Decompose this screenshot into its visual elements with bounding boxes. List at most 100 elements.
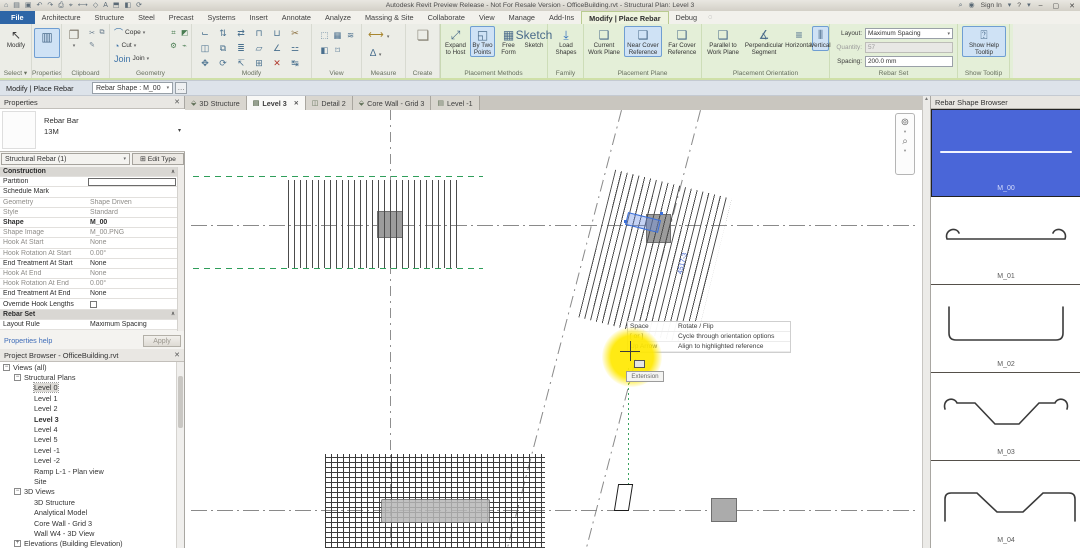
rebar-handle[interactable] [660,212,663,215]
view-tab-core-wall-grid-3[interactable]: ⬙ Core Wall - Grid 3 [352,96,432,110]
tab-add-ins[interactable]: Add-Ins [542,11,581,24]
shape-item-m04[interactable]: M_04 [931,461,1080,548]
project-browser-scrollbar[interactable] [176,362,184,548]
property-group-construction[interactable]: Construction ∧ [0,167,178,178]
properties-button[interactable]: ▥ [34,28,60,58]
tab-steel[interactable]: Steel [131,11,162,24]
restore-button[interactable]: ▢ [1051,2,1062,10]
align-icon[interactable]: ⌙ [196,26,214,41]
property-group-rebar-set[interactable]: Rebar Set ∧ [0,309,178,320]
shape-item-m00[interactable]: M_00 [931,109,1080,197]
tree-item-views-all[interactable]: − Views (all) [0,362,176,372]
view-tab-level-3[interactable]: ▤ Level 3 ✕ [246,96,306,110]
rebar-set-preview[interactable] [578,169,732,347]
concrete-wall[interactable] [381,499,490,523]
load-shapes-button[interactable]: ⤓ Load Shapes [551,26,581,57]
tree-item-structural-plans[interactable]: − Structural Plans [0,372,176,382]
rotate-icon[interactable]: ⟳ [214,56,232,71]
panel-placement-orientation-label[interactable]: Placement Orientation [702,70,829,77]
tab-file[interactable]: File [0,11,35,24]
shape-item-m02[interactable]: M_02 [931,285,1080,373]
show-help-tooltip-button[interactable]: ⍰ Show Help Tooltip [962,26,1006,58]
tree-item-level-5[interactable]: Level 5 [0,435,176,445]
redo-icon[interactable]: ↷ [47,1,53,11]
property-row-layout-rule[interactable]: Layout Rule Maximum Spacing [0,319,178,330]
shape-item-m03[interactable]: M_03 [931,373,1080,461]
help-caret-icon[interactable]: ▾ [1027,1,1031,11]
tab-annotate[interactable]: Annotate [275,11,318,24]
move-icon[interactable]: ✥ [196,56,214,71]
property-row-partition[interactable]: Partition [0,177,178,188]
tree-item-ramp[interactable]: Ramp L-1 - Plan view [0,466,176,476]
properties-help-link[interactable]: Properties help [4,336,52,345]
section-icon[interactable]: ◧ [125,1,132,11]
rebar-set-placed[interactable] [288,180,458,268]
tab-modify-place-rebar[interactable]: Modify | Place Rebar [581,11,669,24]
horizontal-button[interactable]: ≡ Horizontal [785,26,813,51]
project-browser-close-icon[interactable]: ✕ [174,351,180,359]
tab-massing-site[interactable]: Massing & Site [358,11,421,24]
tree-item-level-1[interactable]: Level 1 [0,393,176,403]
tree-item-site[interactable]: Site [0,476,176,486]
drawing-area[interactable]: ⬙ 3D Structure ▤ Level 3 ✕ ◫ Detail 2 ⬙ … [185,96,922,548]
type-selector-caret-icon[interactable]: ▾ [178,127,181,134]
override-hook-lengths-checkbox[interactable] [90,300,97,308]
expander-icon[interactable]: + [14,540,21,548]
tab-debug[interactable]: Debug [669,11,705,24]
panel-modify-label[interactable]: Modify [192,70,311,77]
close-button[interactable]: ✕ [1067,2,1077,10]
nav-caret-icon[interactable]: ▾ [904,148,906,154]
mirror-axis-icon[interactable]: ⇄ [232,26,250,41]
properties-close-icon[interactable]: ✕ [174,98,180,106]
perpendicular-segment-button[interactable]: ∡ Perpendicular Segment [743,26,785,57]
panel-select-label[interactable]: Select ▾ [0,69,31,77]
pin-icon[interactable]: ⚍ [286,41,304,56]
panel-geometry-label[interactable]: Geometry [110,70,191,77]
selection-filter-combo[interactable]: Structural Rebar (1) ▾ [1,153,130,165]
view-tab-close-icon[interactable]: ✕ [294,100,299,107]
tree-item-level-minus-2[interactable]: Level -2 [0,456,176,466]
delete-icon[interactable]: ✕ [268,56,286,71]
create-group-button[interactable]: ❏ [412,26,434,44]
array-icon[interactable]: ≣ [232,41,250,56]
help-button[interactable]: ? [1017,2,1021,9]
cope-button[interactable]: ⌒ Cope ▾ [114,26,149,39]
tab-view[interactable]: View [472,11,502,24]
panel-family-label[interactable]: Family [548,70,583,77]
swap-icon[interactable]: ↹ [286,56,304,71]
scroll-up-icon[interactable]: ▲ [924,96,929,102]
column-outline[interactable] [613,484,634,511]
expand-to-host-button[interactable]: ⤢ Expand to Host [442,26,469,57]
concrete-column[interactable] [711,498,737,522]
nav-caret-icon[interactable]: ▾ [904,129,906,135]
sign-in-caret-icon[interactable]: ▾ [1008,1,1012,11]
print-icon[interactable]: ⎙ [58,1,64,11]
property-row-override-hook-lengths[interactable]: Override Hook Lengths [0,299,178,310]
panel-view-label[interactable]: View [312,70,361,77]
tab-precast[interactable]: Precast [162,11,201,24]
tree-item-level-2[interactable]: Level 2 [0,404,176,414]
mirror-draw-icon[interactable]: ⧉ [214,41,232,56]
tab-collaborate[interactable]: Collaborate [421,11,472,24]
text-icon[interactable]: A [103,1,108,11]
property-row-end-treatment-at-start[interactable]: End Treatment At Start None [0,258,178,269]
type-selector[interactable]: Rebar Bar 13M ▾ [0,109,185,152]
match-type-icon[interactable]: ✎ [87,41,97,53]
rebar-handle[interactable] [624,220,627,223]
tree-item-elevations[interactable]: + Elevations (Building Elevation) [0,539,176,548]
extend-icon[interactable]: ⊓ [250,26,268,41]
tab-structure[interactable]: Structure [88,11,132,24]
cut-profile-icon[interactable]: ◧ [318,45,331,60]
current-work-plane-button[interactable]: ❑ Current Work Plane [586,26,622,57]
demolish-icon[interactable]: ⌁ [179,41,190,54]
panel-show-tooltip-label[interactable]: Show Tooltip [958,70,1009,77]
property-value[interactable]: Maximum Spacing [88,321,178,328]
expander-icon[interactable]: − [14,374,21,382]
edit-type-button[interactable]: ⊞ Edit Type [132,153,184,165]
layout-select[interactable]: Maximum Spacing ▾ [865,28,953,39]
by-two-points-button[interactable]: ◱ By Two Points [470,26,495,58]
canvas-scrollbar[interactable]: ▲ [922,96,930,548]
panel-measure-label[interactable]: Measure [362,70,405,77]
override-graphics-icon[interactable]: ▦ [331,30,344,45]
join-button[interactable]: Join Join ▾ [114,52,149,65]
